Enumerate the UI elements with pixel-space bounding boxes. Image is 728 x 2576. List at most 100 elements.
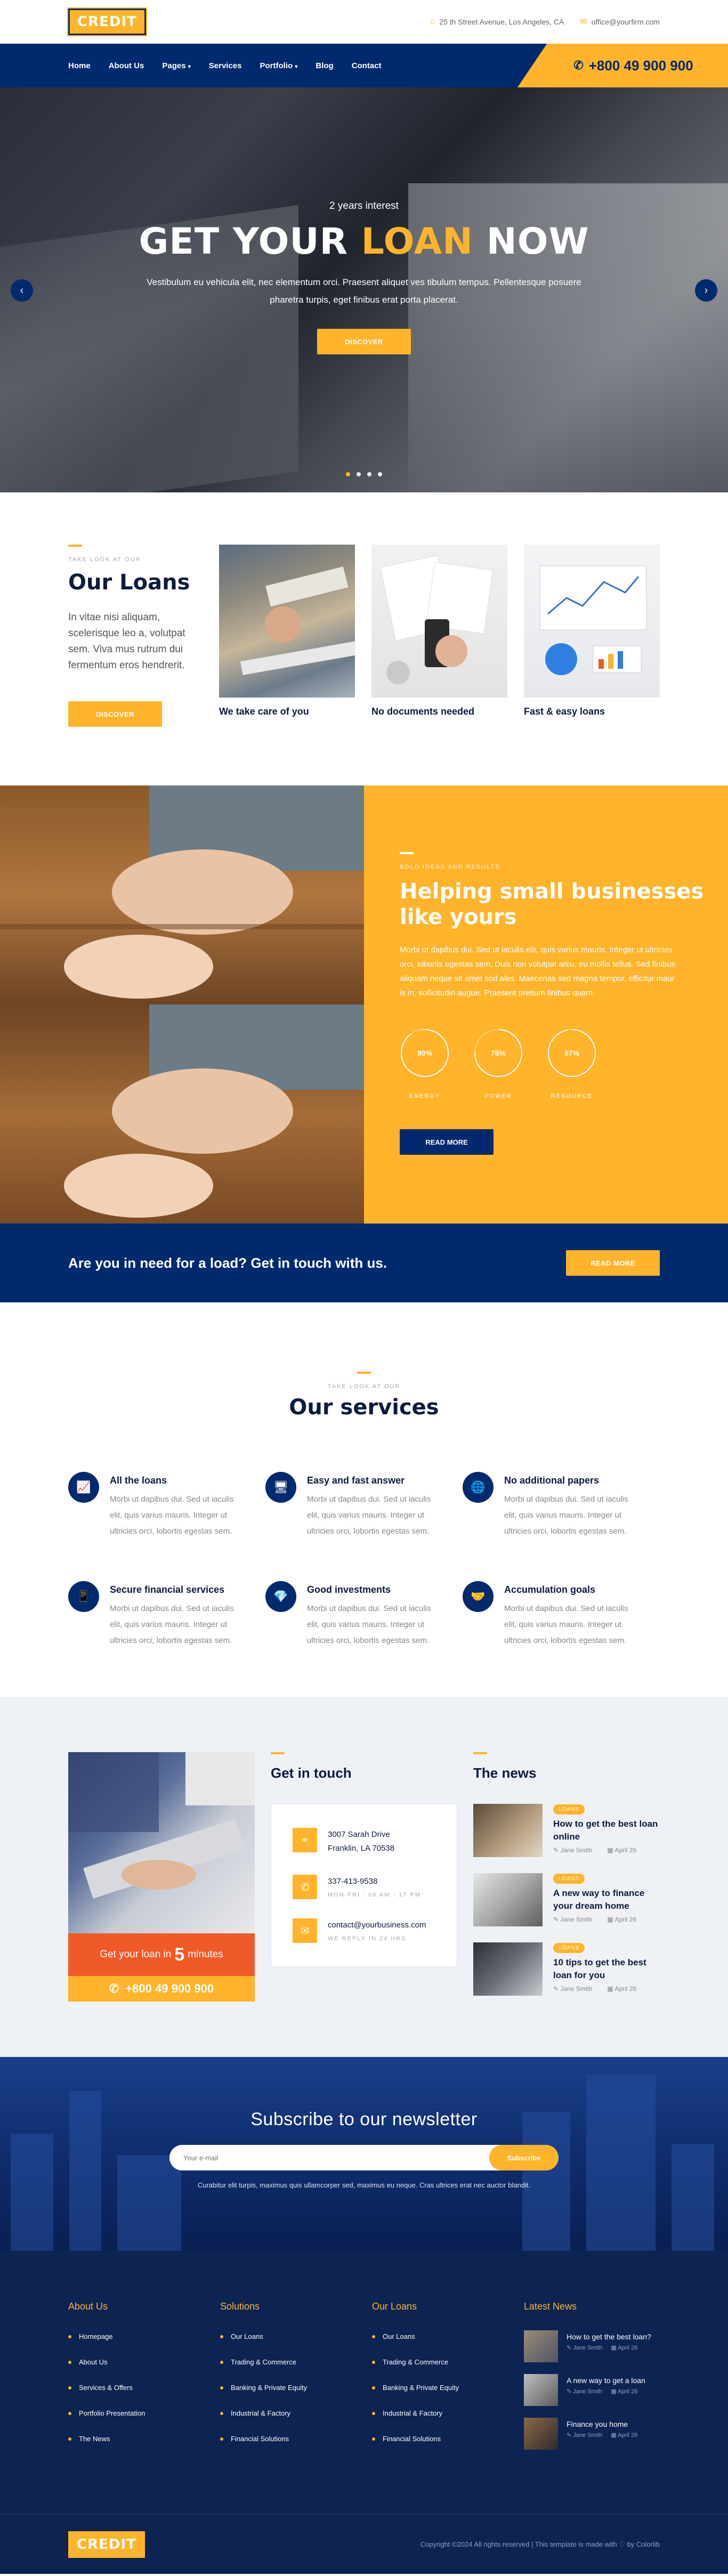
nav-item-blog[interactable]: Blog (316, 61, 333, 70)
loan-card-title: Fast & easy loans (524, 706, 605, 717)
contact-address: ⌖ 3007 Sarah Drive Franklin, LA 70538 (293, 1828, 435, 1856)
contact-phone[interactable]: ✆ 337-413-9538 MON-FRI : 08 AM - 17 PM (293, 1875, 435, 1899)
footer-news-item[interactable]: How to get the best loan? ✎ Jane Smith ▦ A… (524, 2330, 660, 2362)
footer-latest-news: Latest News How to get the best loan? ✎ J… (524, 2301, 660, 2461)
email-line: contact@yourbusiness.com (328, 1921, 426, 1930)
newsletter-email-input[interactable] (169, 2145, 489, 2170)
quick-loan-text: Get your loan in (100, 1949, 172, 1960)
hero-discover-button[interactable]: DISCOVER (317, 329, 411, 354)
footer-link[interactable]: Industrial & Factory (220, 2409, 372, 2417)
helping-content: BOLD IDEAS AND RESULTS Helping small bus… (364, 785, 728, 1224)
hero-title-highlight: LOAN (361, 221, 474, 263)
cta-text: Are you in need for a load? Get in touch… (68, 1254, 387, 1271)
user-icon: ✎ (553, 1916, 561, 1923)
author-name: Jane Smith (560, 1846, 593, 1854)
footer-link[interactable]: The News (68, 2435, 220, 2443)
footer-link[interactable]: Financial Solutions (372, 2435, 524, 2443)
phone-line: 337-413-9538 (328, 1877, 378, 1886)
progress-value: 75% (491, 1049, 506, 1057)
footer-heading: About Us (68, 2301, 108, 2312)
top-email[interactable]: ✉ office@yourfirm.com (580, 17, 660, 27)
service-item[interactable]: 💎 Good investments Morbi ut dapibus dui. S… (265, 1581, 463, 1649)
services-grid: 📈 All the loans Morbi ut dapibus dui. Sed … (68, 1472, 660, 1649)
calendar-icon: ▦ (607, 1985, 615, 1992)
nav-phone-banner[interactable]: ✆ +800 49 900 900 (517, 44, 728, 87)
accent-line (473, 1752, 487, 1754)
footer-link[interactable]: Trading & Commerce (372, 2358, 524, 2366)
progress-ring: 75% (474, 1029, 522, 1077)
helping-read-more-button[interactable]: READ MORE (400, 1129, 494, 1155)
loan-card[interactable]: No documents needed (371, 545, 507, 727)
news-item[interactable]: LOANS A new way to finance your dream hom… (473, 1873, 660, 1926)
globe-icon: 🌐 (463, 1472, 494, 1503)
service-text: Morbi ut dapibus dui. Sed ut iaculis eli… (110, 1495, 234, 1536)
nav-item-contact[interactable]: Contact (352, 61, 382, 70)
footer-link[interactable]: Services & Offers (68, 2384, 220, 2392)
slider-dot[interactable] (378, 472, 382, 476)
service-item[interactable]: 🌐 No additional papers Morbi ut dapibus du… (463, 1472, 660, 1540)
quick-loan-number: 5 (174, 1944, 185, 1965)
footer-link[interactable]: Portfolio Presentation (68, 2409, 220, 2417)
nav-item-services[interactable]: Services (209, 61, 242, 70)
newsletter-subscribe-button[interactable]: Subscribe (489, 2145, 559, 2170)
user-icon: ✎ (553, 1846, 561, 1854)
nav-item-home[interactable]: Home (68, 61, 91, 70)
quick-loan-banner: Get your loan in 5 minutes (68, 1933, 255, 1976)
handshake-illustration (68, 1752, 255, 1899)
mail-icon: ✉ (293, 1918, 317, 1943)
slider-next-button[interactable]: › (695, 279, 717, 302)
nav-item-pages[interactable]: Pages ▾ (162, 61, 190, 70)
service-item[interactable]: 🖥 Easy and fast answer Morbi ut dapibus du… (265, 1472, 463, 1540)
chevron-down-icon: ▾ (188, 63, 191, 70)
footer-news-item[interactable]: A new way to get a loan ✎ Jane Smith ▦ Apr… (524, 2374, 660, 2406)
copyright-text: Copyright ©2024 All rights reserved | Th… (420, 2540, 660, 2548)
footer-link[interactable]: Financial Solutions (220, 2435, 372, 2443)
quick-loan-phone-number: +800 49 900 900 (125, 1982, 214, 1995)
news-column: The news LOANS How to get the best loan o… (473, 1752, 660, 2012)
footer-link[interactable]: Our Loans (220, 2332, 372, 2340)
phone-icon: ✆ (109, 1982, 119, 1995)
footer-link[interactable]: Homepage (68, 2332, 220, 2340)
author-name: Jane Smith (573, 2388, 603, 2395)
slider-dot[interactable] (346, 472, 350, 476)
quick-loan-phone[interactable]: ✆ +800 49 900 900 (68, 1976, 255, 2002)
service-text: Morbi ut dapibus dui. Sed ut iaculis eli… (110, 1604, 234, 1645)
chevron-left-icon: ‹ (20, 284, 24, 296)
contact-email[interactable]: ✉ contact@yourbusiness.com WE REPLY IN 24… (293, 1918, 435, 1943)
service-item[interactable]: 📱 Secure financial services Morbi ut dapib… (68, 1581, 265, 1649)
footer-link[interactable]: Trading & Commerce (220, 2358, 372, 2366)
slider-dot[interactable] (367, 472, 371, 476)
address-line: 3007 Sarah Drive (328, 1830, 390, 1839)
footer-logo[interactable]: CREDIT (68, 2531, 145, 2558)
footer-link[interactable]: Banking & Private Equity (220, 2384, 372, 2392)
loan-card[interactable]: Fast & easy loans (524, 545, 660, 727)
cta-read-more-button[interactable]: READ MORE (566, 1250, 660, 1276)
date-text: April 26 (614, 1846, 637, 1854)
slider-dot[interactable] (357, 472, 361, 476)
footer-link[interactable]: Banking & Private Equity (372, 2384, 524, 2392)
slider-prev-button[interactable]: ‹ (11, 279, 33, 302)
news-item[interactable]: LOANS How to get the best loan online ✎ Ja… (473, 1804, 660, 1857)
news-badge: LOANS (553, 1804, 585, 1814)
footer-news-item[interactable]: Finance you home ✎ Jane Smith ▦ April 26 (524, 2418, 660, 2450)
loans-discover-button[interactable]: DISCOVER (68, 701, 162, 727)
loan-card[interactable]: We take care of you (219, 545, 355, 727)
chevron-down-icon: ▾ (295, 63, 298, 70)
nav-item-portfolio[interactable]: Portfolio ▾ (260, 61, 298, 70)
news-meta: ✎ Jane Smith ▦ April 26 (553, 1846, 660, 1854)
news-meta: ✎ Jane Smith ▦ April 26 (567, 2388, 645, 2395)
logo[interactable]: CREDIT (67, 7, 147, 36)
browser-icon: 🖥 (265, 1472, 296, 1503)
nav-item-about-us[interactable]: About Us (109, 61, 144, 70)
handshake-illustration (240, 566, 355, 675)
service-item[interactable]: 🤝 Accumulation goals Morbi ut dapibus dui.… (463, 1581, 660, 1649)
news-item[interactable]: LOANS 10 tips to get the best loan for yo… (473, 1942, 660, 1996)
progress-circle-energy: 90% ENERGY (400, 1028, 450, 1099)
footer-link[interactable]: Our Loans (372, 2332, 524, 2340)
news-meta: ✎ Jane Smith ▦ April 26 (553, 1985, 660, 1992)
footer-link[interactable]: About Us (68, 2358, 220, 2366)
news-headline: How to get the best loan online (553, 1819, 658, 1842)
footer-link[interactable]: Industrial & Factory (372, 2409, 524, 2417)
service-item[interactable]: 📈 All the loans Morbi ut dapibus dui. Sed … (68, 1472, 265, 1540)
service-title: All the loans (110, 1475, 167, 1486)
